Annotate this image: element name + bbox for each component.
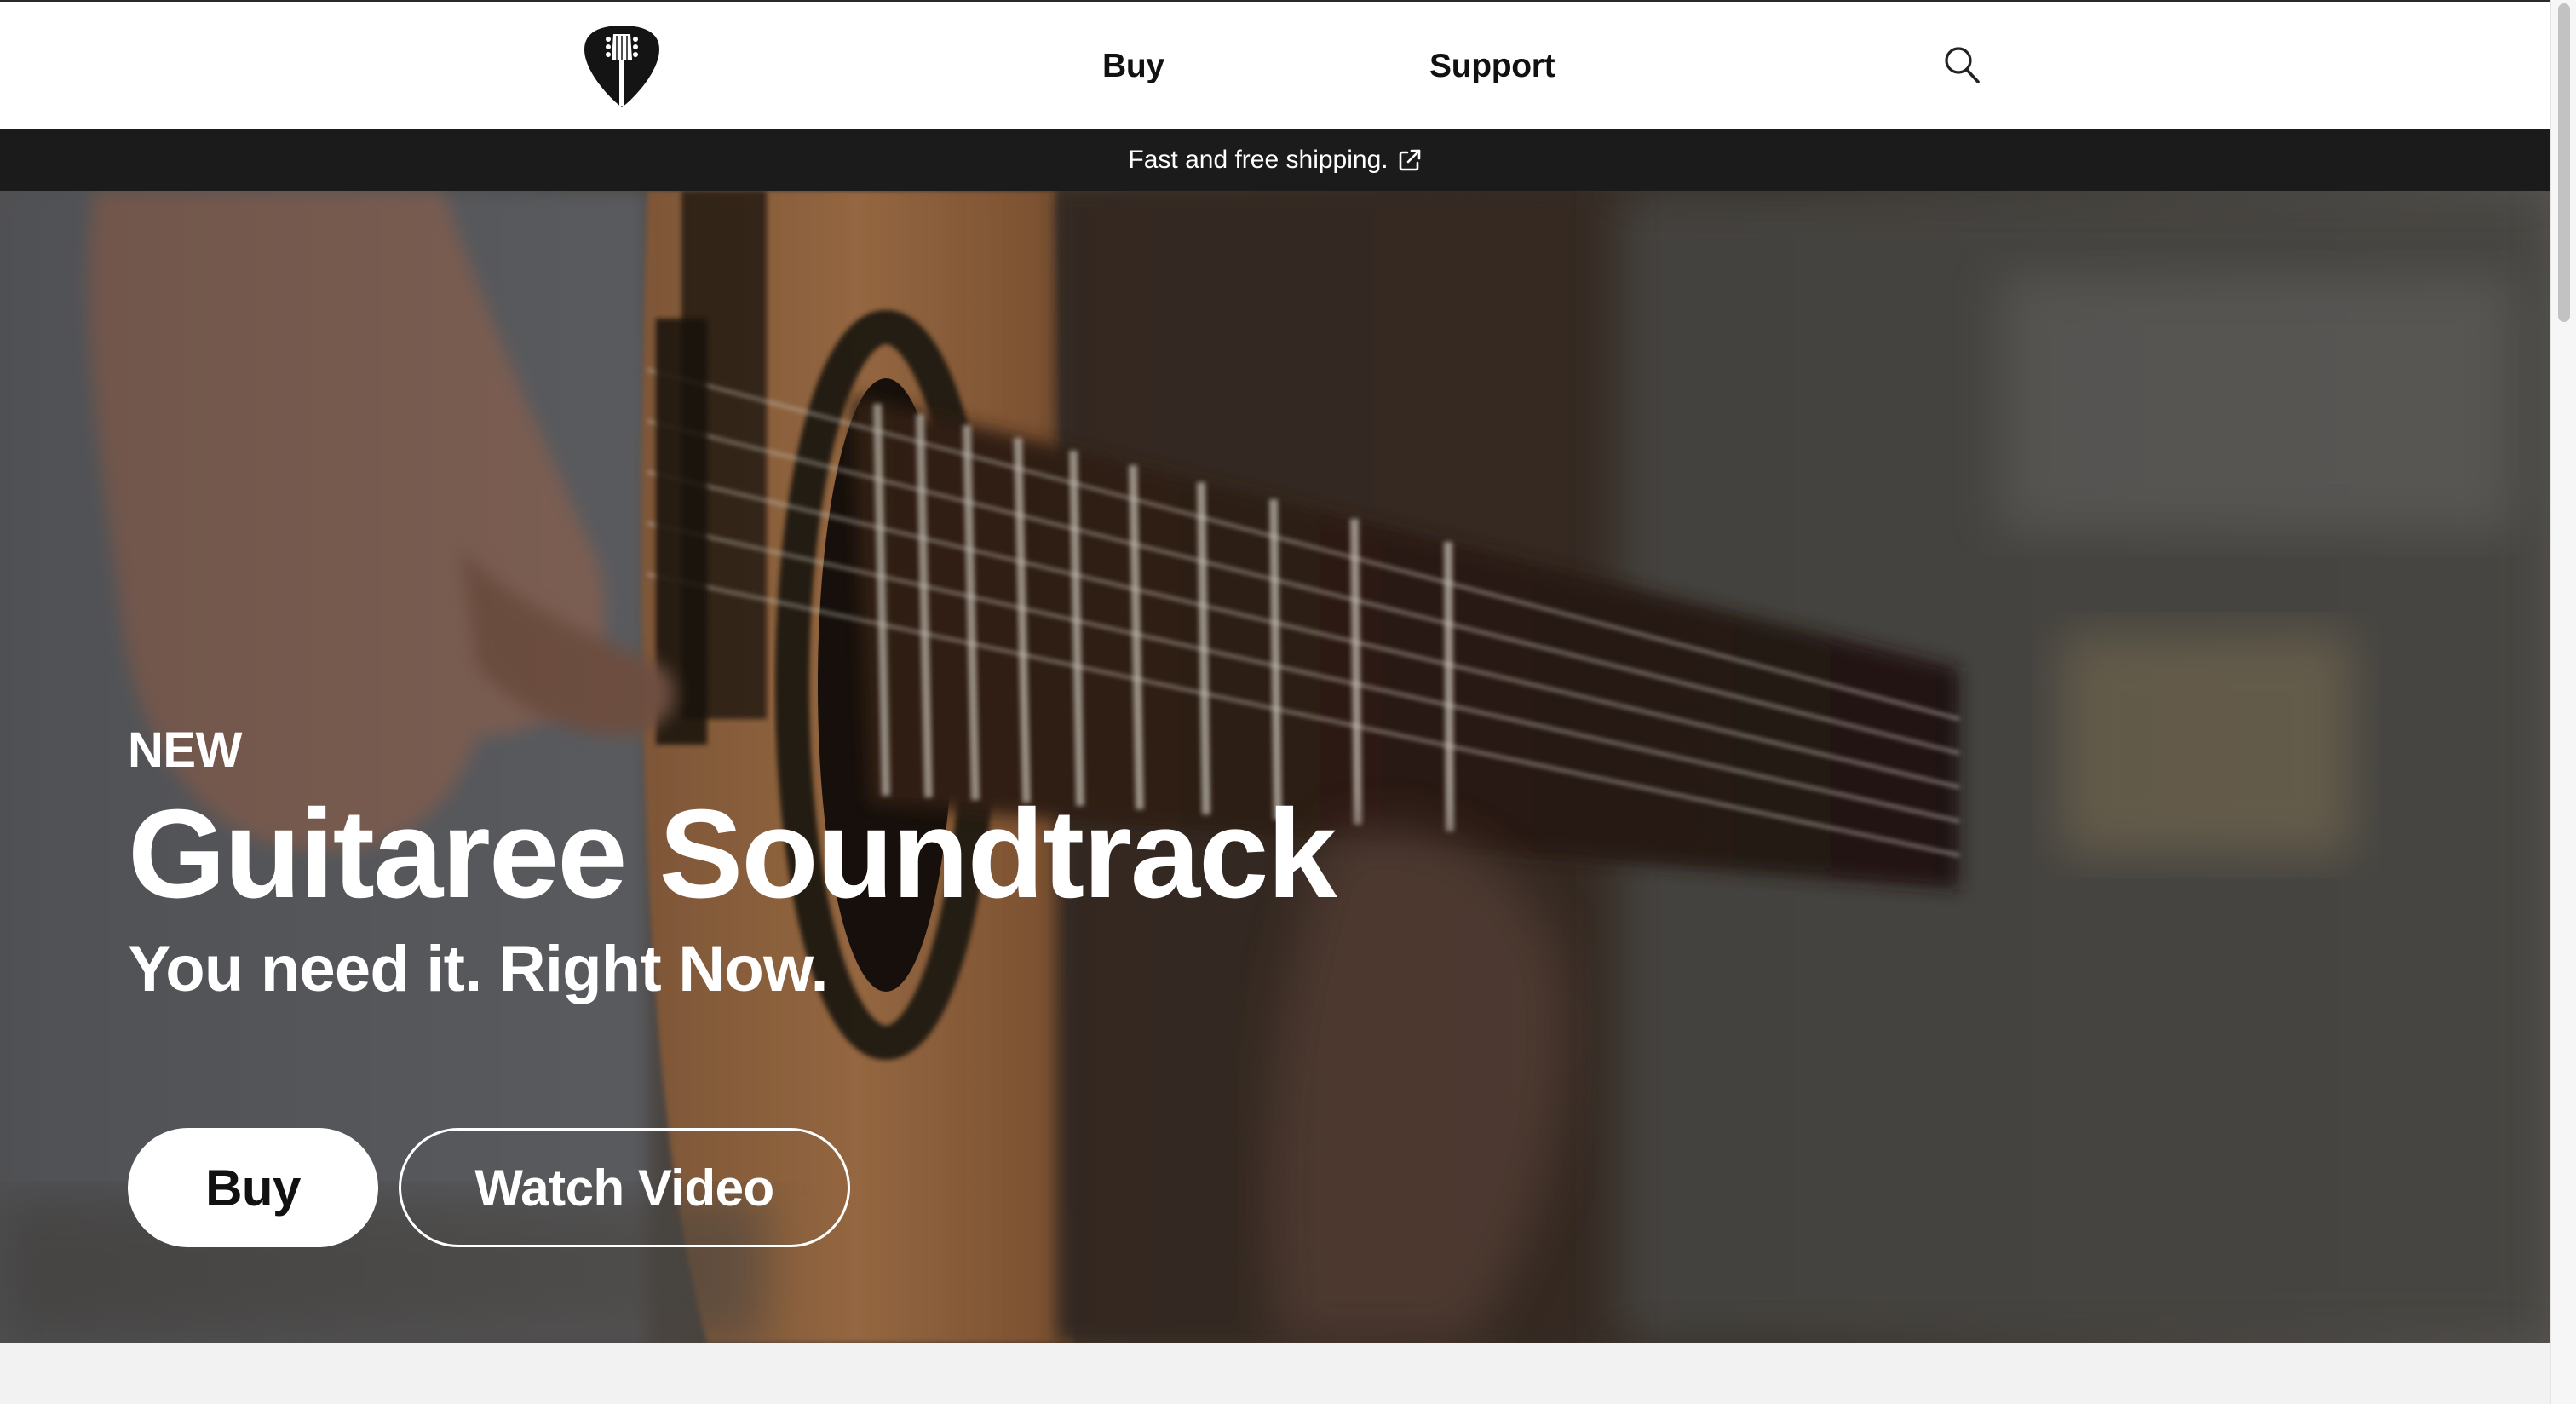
hero-buy-button[interactable]: Buy xyxy=(128,1128,378,1247)
nav-support-link[interactable]: Support xyxy=(1429,43,1555,90)
page: Buy Support Fast and free shipping. NEW … xyxy=(0,0,2576,1404)
search-icon[interactable] xyxy=(1942,44,1983,87)
guitar-pick-logo-icon[interactable] xyxy=(583,24,661,109)
announcement-bar: Fast and free shipping. xyxy=(0,129,2550,191)
nav-buy-link[interactable]: Buy xyxy=(1102,43,1164,90)
external-link-icon xyxy=(1397,147,1423,173)
hero-section: NEW Guitaree Soundtrack You need it. Rig… xyxy=(0,191,2550,1343)
next-section-strip xyxy=(0,1343,2550,1404)
hero-subtitle: You need it. Right Now. xyxy=(128,933,829,1005)
scrollbar-thumb[interactable] xyxy=(2558,3,2570,322)
hero-button-group: Buy Watch Video xyxy=(128,1128,850,1247)
watch-video-button[interactable]: Watch Video xyxy=(399,1128,850,1247)
hero-text-block: NEW Guitaree Soundtrack You need it. Rig… xyxy=(128,719,1406,1012)
shipping-link[interactable]: Fast and free shipping. xyxy=(1128,146,1422,175)
page-scrollbar[interactable] xyxy=(2550,0,2576,1404)
site-header: Buy Support xyxy=(0,0,2550,129)
hero-title: Guitaree Soundtrack xyxy=(128,784,1337,924)
shipping-text: Fast and free shipping. xyxy=(1128,146,1389,174)
hero-eyebrow: NEW xyxy=(128,722,242,778)
